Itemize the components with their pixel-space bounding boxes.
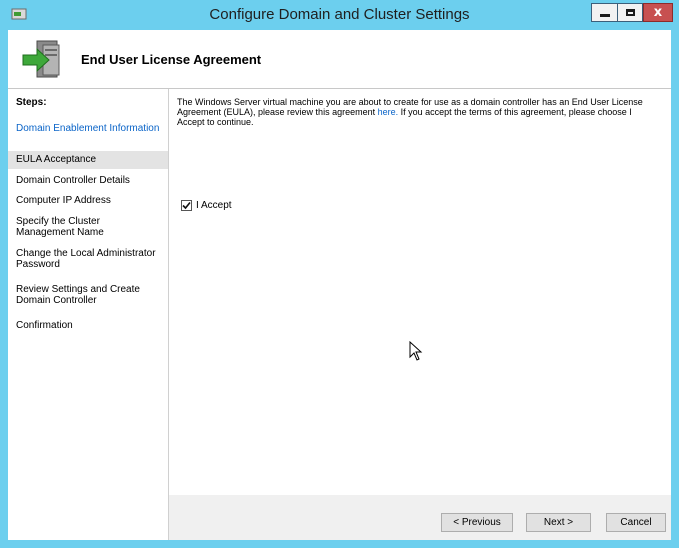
accept-checkbox-row[interactable]: I Accept [181, 200, 232, 211]
eula-link[interactable]: here. [378, 107, 399, 117]
previous-button[interactable]: < Previous [441, 513, 513, 532]
eula-description: The Windows Server virtual machine you a… [177, 97, 657, 127]
step-confirmation[interactable]: Confirmation [8, 320, 168, 331]
step-change-admin-password[interactable]: Change the Local Administrator Password [8, 248, 168, 270]
mouse-pointer-icon [409, 341, 423, 361]
cancel-button[interactable]: Cancel [606, 513, 666, 532]
next-button[interactable]: Next > [526, 513, 591, 532]
step-cluster-management-name[interactable]: Specify the Cluster Management Name [8, 216, 138, 238]
accept-checkbox[interactable] [181, 200, 192, 211]
close-button[interactable]: x [643, 3, 673, 22]
wizard-client-area: End User License Agreement Steps: Domain… [8, 30, 671, 540]
steps-panel: Steps: Domain Enablement Information EUL… [8, 89, 169, 540]
title-bar[interactable]: Configure Domain and Cluster Settings x [0, 0, 679, 30]
page-title: End User License Agreement [81, 52, 262, 67]
step-eula-acceptance[interactable]: EULA Acceptance [8, 151, 168, 169]
step-domain-enablement-information[interactable]: Domain Enablement Information [8, 123, 168, 134]
wizard-footer: < Previous Next > Cancel [169, 495, 671, 540]
maximize-icon [625, 9, 635, 16]
minimize-icon [599, 13, 610, 17]
wizard-header: End User License Agreement [8, 30, 671, 89]
step-domain-controller-details[interactable]: Domain Controller Details [8, 175, 168, 186]
server-wizard-icon [22, 40, 60, 78]
content-panel: The Windows Server virtual machine you a… [169, 89, 671, 540]
steps-heading: Steps: [16, 97, 47, 108]
maximize-button[interactable] [617, 3, 643, 22]
close-icon: x [653, 5, 663, 20]
minimize-button[interactable] [591, 3, 617, 22]
step-computer-ip-address[interactable]: Computer IP Address [8, 195, 168, 206]
window-title: Configure Domain and Cluster Settings [209, 6, 470, 23]
wizard-window: Configure Domain and Cluster Settings x … [0, 0, 679, 548]
checkmark-icon [182, 201, 191, 210]
step-review-settings[interactable]: Review Settings and Create Domain Contro… [8, 284, 158, 306]
accept-label: I Accept [196, 200, 232, 211]
